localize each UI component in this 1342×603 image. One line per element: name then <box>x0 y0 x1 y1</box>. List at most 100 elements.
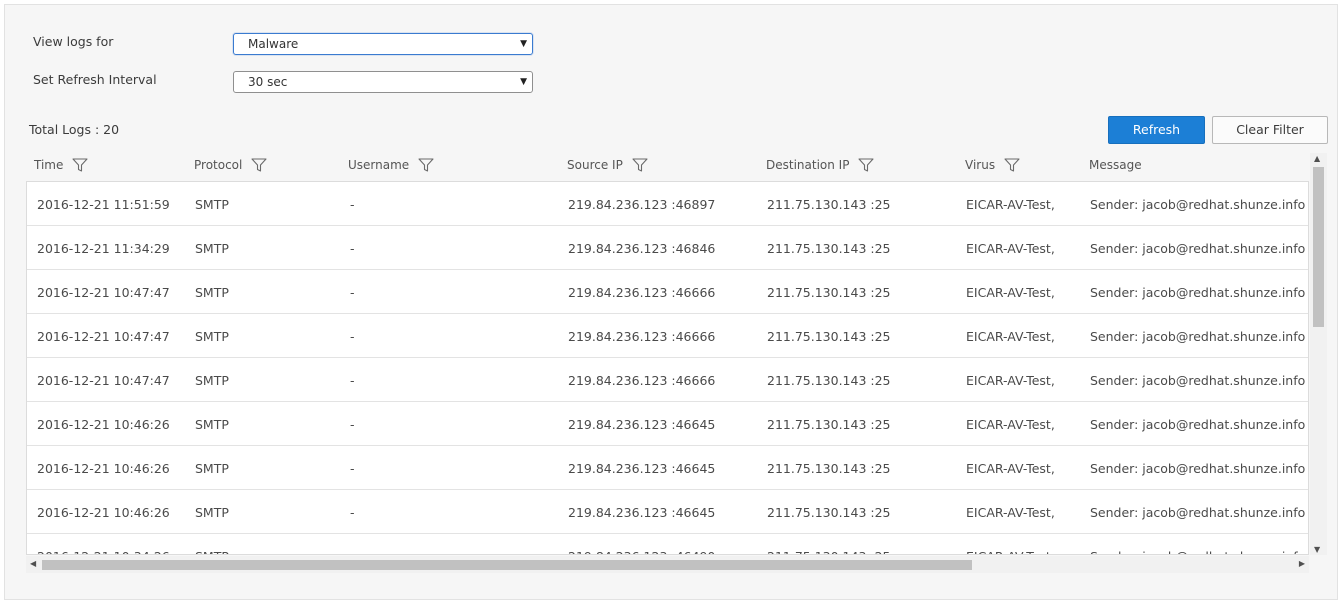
scroll-up-icon[interactable]: ▲ <box>1314 154 1320 163</box>
cell-virus: EICAR-AV-Test, <box>966 505 1055 520</box>
column-header-message[interactable]: Message <box>1089 158 1142 172</box>
cell-protocol: SMTP <box>195 461 229 476</box>
column-header-virus[interactable]: Virus <box>965 158 1020 172</box>
column-header-protocol[interactable]: Protocol <box>194 158 267 172</box>
cell-source-ip: 219.84.236.123 :46666 <box>568 373 716 388</box>
cell-virus: EICAR-AV-Test, <box>966 417 1055 432</box>
scroll-right-icon[interactable]: ▶ <box>1299 559 1305 568</box>
table-header: Time Protocol Username Source IP Destination… <box>26 151 1309 181</box>
cell-time: 2016-12-21 10:34:26 <box>37 549 170 554</box>
cell-source-ip: 219.84.236.123 :46645 <box>568 461 716 476</box>
cell-message: Sender: jacob@redhat.shunze.info Re <box>1090 505 1309 520</box>
chevron-down-icon: ▼ <box>520 39 527 49</box>
cell-destination-ip: 211.75.130.143 :25 <box>767 417 891 432</box>
cell-message: Sender: jacob@redhat.shunze.info Re <box>1090 329 1309 344</box>
refresh-interval-label: Set Refresh Interval <box>33 72 157 87</box>
vertical-scroll-thumb[interactable] <box>1313 167 1324 327</box>
filter-icon[interactable] <box>251 158 267 172</box>
cell-username: - <box>350 417 355 432</box>
logs-table: Time Protocol Username Source IP Destination… <box>26 151 1328 573</box>
column-header-label: Message <box>1089 158 1142 172</box>
table-row[interactable]: 2016-12-21 10:46:26 SMTP - 219.84.236.123 :… <box>27 446 1309 490</box>
cell-username: - <box>350 549 355 554</box>
table-row[interactable]: 2016-12-21 10:34:26 SMTP - 219.84.236.123 :… <box>27 534 1308 554</box>
vertical-scrollbar[interactable]: ▲ ▼ <box>1310 153 1327 555</box>
column-header-label: Destination IP <box>766 158 850 172</box>
cell-message: Sender: jacob@redhat.shunze.info Re <box>1090 241 1309 256</box>
cell-protocol: SMTP <box>195 197 229 212</box>
cell-virus: EICAR-AV-Test, <box>966 241 1055 256</box>
cell-time: 2016-12-21 10:46:26 <box>37 461 170 476</box>
view-logs-value: Malware <box>248 37 299 51</box>
column-header-label: Username <box>348 158 410 172</box>
cell-virus: EICAR-AV-Test, <box>966 285 1055 300</box>
view-logs-label: View logs for <box>33 34 114 49</box>
cell-source-ip: 219.84.236.123 :46846 <box>568 241 716 256</box>
cell-protocol: SMTP <box>195 285 229 300</box>
cell-time: 2016-12-21 10:46:26 <box>37 417 170 432</box>
cell-username: - <box>350 329 355 344</box>
table-row[interactable]: 2016-12-21 11:51:59 SMTP - 219.84.236.123 :… <box>27 182 1309 226</box>
cell-username: - <box>350 197 355 212</box>
table-row[interactable]: 2016-12-21 10:47:47 SMTP - 219.84.236.123 :… <box>27 314 1309 358</box>
cell-source-ip: 219.84.236.123 :46666 <box>568 285 716 300</box>
filter-icon[interactable] <box>632 158 648 172</box>
cell-time: 2016-12-21 10:47:47 <box>37 285 170 300</box>
table-row[interactable]: 2016-12-21 10:46:26 SMTP - 219.84.236.123 :… <box>27 490 1309 534</box>
column-header-source-ip[interactable]: Source IP <box>567 158 648 172</box>
cell-protocol: SMTP <box>195 241 229 256</box>
filter-icon[interactable] <box>72 158 88 172</box>
column-header-destination-ip[interactable]: Destination IP <box>766 158 875 172</box>
cell-message: Sender: jacob@redhat.shunze.info Re <box>1090 373 1309 388</box>
column-header-label: Protocol <box>194 158 243 172</box>
cell-destination-ip: 211.75.130.143 :25 <box>767 197 891 212</box>
scroll-down-icon[interactable]: ▼ <box>1314 545 1320 554</box>
cell-destination-ip: 211.75.130.143 :25 <box>767 241 891 256</box>
horizontal-scrollbar[interactable]: ◀ ▶ <box>26 556 1309 573</box>
filter-icon[interactable] <box>858 158 875 172</box>
cell-time: 2016-12-21 11:34:29 <box>37 241 170 256</box>
cell-message: Sender: jacob@redhat.shunze.info Re <box>1090 461 1309 476</box>
cell-destination-ip: 211.75.130.143 :25 <box>767 373 891 388</box>
cell-protocol: SMTP <box>195 505 229 520</box>
cell-message: Sender: jacob@redhat.shunze.info Re <box>1090 197 1309 212</box>
cell-destination-ip: 211.75.130.143 :25 <box>767 505 891 520</box>
cell-username: - <box>350 285 355 300</box>
cell-virus: EICAR-AV-Test, <box>966 329 1055 344</box>
scroll-left-icon[interactable]: ◀ <box>30 559 36 568</box>
refresh-interval-select[interactable]: 30 sec ▼ <box>233 71 533 93</box>
refresh-interval-value: 30 sec <box>248 75 288 89</box>
cell-protocol: SMTP <box>195 329 229 344</box>
table-body[interactable]: 2016-12-21 11:51:59 SMTP - 219.84.236.123 :… <box>26 181 1309 555</box>
cell-virus: EICAR-AV-Test, <box>966 549 1055 554</box>
view-logs-select[interactable]: Malware ▼ <box>233 33 533 55</box>
column-header-label: Time <box>34 158 64 172</box>
cell-destination-ip: 211.75.130.143 :25 <box>767 285 891 300</box>
column-header-username[interactable]: Username <box>348 158 434 172</box>
cell-message: Sender: jacob@redhat.shunze.info Re <box>1090 285 1309 300</box>
clear-filter-button[interactable]: Clear Filter <box>1212 116 1328 144</box>
table-row[interactable]: 2016-12-21 10:46:26 SMTP - 219.84.236.123 :… <box>27 402 1309 446</box>
cell-username: - <box>350 241 355 256</box>
filter-icon[interactable] <box>1004 158 1020 172</box>
filter-icon[interactable] <box>418 158 434 172</box>
cell-source-ip: 219.84.236.123 :46490 <box>568 549 715 554</box>
table-row[interactable]: 2016-12-21 11:34:29 SMTP - 219.84.236.123 :… <box>27 226 1309 270</box>
cell-destination-ip: 211.75.130.143 :25 <box>767 549 891 554</box>
cell-time: 2016-12-21 10:46:26 <box>37 505 170 520</box>
cell-message: Sender: jacob@redhat.shunze.info Re <box>1090 417 1309 432</box>
horizontal-scroll-thumb[interactable] <box>42 560 972 570</box>
total-logs-count: Total Logs : 20 <box>29 122 120 137</box>
cell-protocol: SMTP <box>195 373 229 388</box>
column-header-time[interactable]: Time <box>34 158 88 172</box>
cell-message: Sender: jacob@redhat.shunze.info Re <box>1090 549 1308 554</box>
cell-username: - <box>350 505 355 520</box>
table-row[interactable]: 2016-12-21 10:47:47 SMTP - 219.84.236.123 :… <box>27 358 1309 402</box>
cell-username: - <box>350 373 355 388</box>
cell-username: - <box>350 461 355 476</box>
cell-destination-ip: 211.75.130.143 :25 <box>767 461 891 476</box>
column-header-label: Source IP <box>567 158 623 172</box>
refresh-button[interactable]: Refresh <box>1108 116 1205 144</box>
table-row[interactable]: 2016-12-21 10:47:47 SMTP - 219.84.236.123 :… <box>27 270 1309 314</box>
cell-time: 2016-12-21 10:47:47 <box>37 373 170 388</box>
